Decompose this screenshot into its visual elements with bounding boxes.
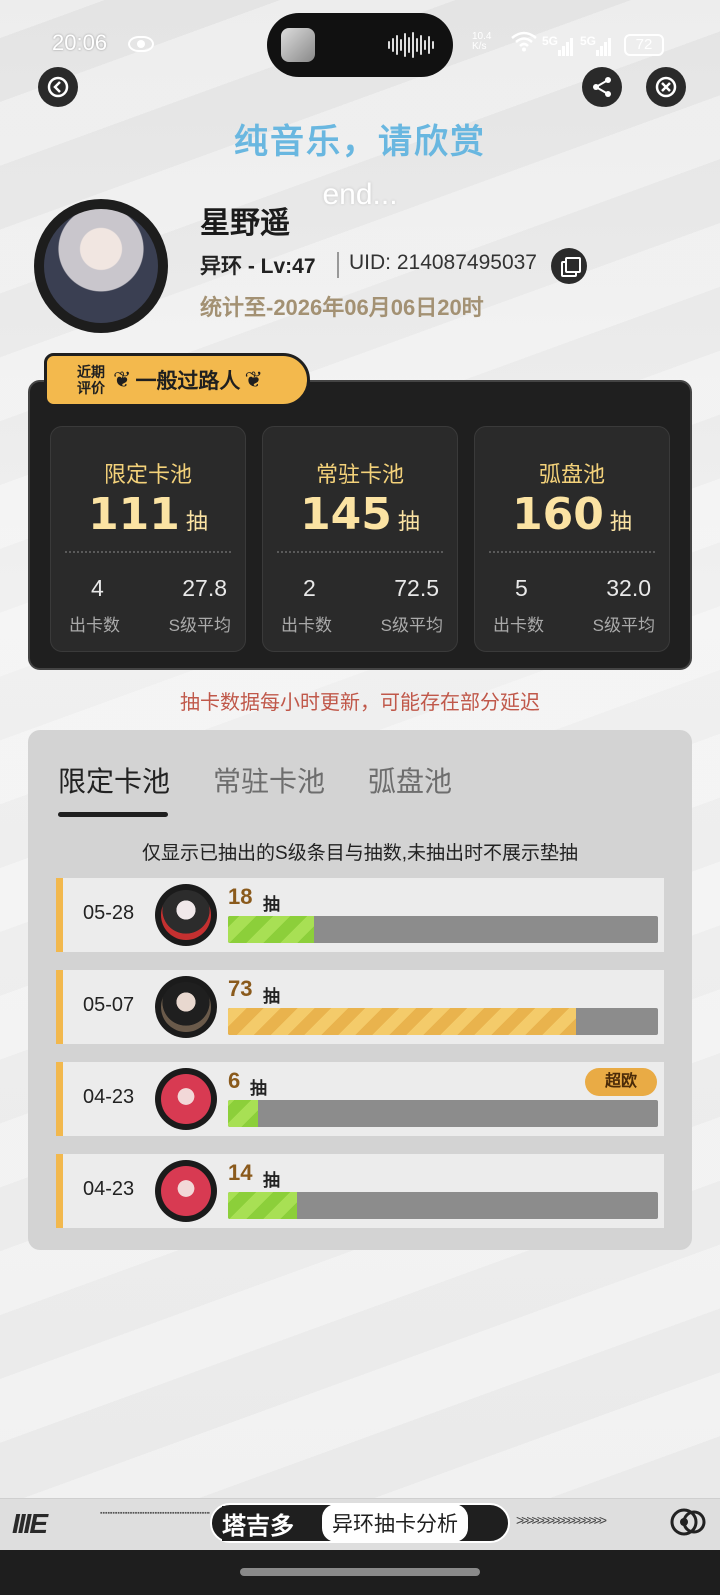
- brand-name: 塔吉多: [222, 1505, 294, 1541]
- tab-standard[interactable]: 常驻卡池: [213, 760, 325, 800]
- home-indicator[interactable]: [240, 1568, 480, 1576]
- pull-unit: 抽: [263, 895, 280, 914]
- character-avatar: [161, 982, 211, 1032]
- disc-icon: [670, 1508, 706, 1536]
- pool-cards-value: 5: [515, 575, 528, 601]
- close-icon: [655, 76, 677, 98]
- list-item[interactable]: 05-28 18 抽: [56, 878, 664, 952]
- signal-bars-icon: [558, 38, 574, 61]
- character-avatar: [161, 1166, 211, 1216]
- lucky-badge: 超欧: [585, 1068, 657, 1096]
- footer-arrows: >>>>>>>>>>>>>>>>>: [516, 1512, 607, 1528]
- update-notice: 抽卡数据每小时更新，可能存在部分延迟: [180, 692, 540, 714]
- close-button[interactable]: [646, 67, 686, 107]
- pull-count: 6: [228, 1068, 241, 1093]
- lyric-main: 纯音乐，请欣赏: [234, 123, 486, 161]
- network-speed: 10.4 K/s: [472, 31, 492, 52]
- pool-cards-label: 出卡数: [281, 616, 332, 635]
- footer-brand-pill: 塔吉多 异环抽卡分析: [210, 1503, 510, 1543]
- pool-title: 限定卡池: [103, 462, 192, 487]
- divider: [65, 551, 231, 553]
- copy-uid-button[interactable]: [551, 248, 587, 284]
- pool-summary-standard[interactable]: 常驻卡池 145 抽 2 72.5 出卡数 S级平均: [262, 426, 458, 652]
- pull-progress-bar: [228, 1100, 658, 1127]
- pool-pull-count: 160 抽: [512, 489, 632, 540]
- brand-label: 异环抽卡分析: [322, 1504, 468, 1542]
- eye-icon: [128, 36, 154, 52]
- pool-pull-count: 111 抽: [88, 489, 208, 540]
- player-uid: UID: 214087495037: [349, 251, 537, 274]
- music-cover-thumbnail[interactable]: [281, 28, 315, 62]
- pull-count: 73: [228, 976, 253, 1001]
- pool-pull-count: 145 抽: [300, 489, 420, 540]
- list-hint: 仅显示已抽出的S级条目与抽数,未抽出时不展示垫抽: [142, 843, 578, 864]
- pull-progress-bar: [228, 1192, 658, 1219]
- tab-limited[interactable]: 限定卡池: [58, 760, 170, 800]
- record-date: 04-23: [83, 1086, 135, 1108]
- pool-summary-arc[interactable]: 弧盘池 160 抽 5 32.0 出卡数 S级平均: [474, 426, 670, 652]
- laurel-icon: ❦: [113, 367, 132, 392]
- pool-summary-limited[interactable]: 限定卡池 111 抽 4 27.8 出卡数 S级平均: [50, 426, 246, 652]
- pool-avg-value: 72.5: [394, 575, 439, 601]
- evaluation-text: 一般过路人: [135, 370, 241, 393]
- record-date: 05-28: [83, 902, 135, 924]
- pool-cards-label: 出卡数: [493, 616, 544, 635]
- laurel-icon: ❦: [244, 367, 263, 392]
- signal-bars-icon: [596, 38, 612, 61]
- pool-title: 常驻卡池: [315, 462, 404, 487]
- pull-unit: 抽: [263, 1171, 280, 1190]
- divider: [277, 551, 443, 553]
- player-name: 星野遥: [200, 207, 290, 240]
- evaluation-tag: 近期 评价: [77, 364, 105, 396]
- pool-cards-value: 4: [91, 575, 104, 601]
- signal-5g-2: 5G: [580, 34, 597, 48]
- signal-5g-1: 5G: [542, 34, 559, 48]
- character-avatar: [161, 890, 211, 940]
- tab-arc[interactable]: 弧盘池: [368, 760, 452, 800]
- pool-cards-value: 2: [303, 575, 316, 601]
- pull-progress-fill: [228, 1008, 577, 1035]
- audio-wave-icon: [388, 32, 436, 58]
- pull-count: 18: [228, 884, 253, 909]
- back-icon: [47, 76, 69, 98]
- pool-avg-label: S级平均: [380, 616, 443, 635]
- pull-progress-fill: [228, 916, 314, 943]
- pool-title: 弧盘池: [538, 462, 605, 487]
- divider: [489, 551, 655, 553]
- pull-progress-bar: [228, 916, 658, 943]
- character-avatar: [161, 1074, 211, 1124]
- game-level: 异环 - Lv:47: [200, 255, 316, 278]
- pull-progress-bar: [228, 1008, 658, 1035]
- footer-fine-print: ▪▪▪▪▪▪▪▪▪▪▪▪▪▪▪▪▪▪▪▪▪▪▪▪▪▪▪▪▪▪▪▪▪▪▪▪▪▪▪▪…: [100, 1510, 210, 1517]
- pull-unit: 抽: [250, 1079, 267, 1098]
- share-button[interactable]: [582, 67, 622, 107]
- pull-progress-fill: [228, 1192, 297, 1219]
- list-item[interactable]: 04-23 6 抽 超欧: [56, 1062, 664, 1136]
- pool-avg-label: S级平均: [168, 616, 231, 635]
- pool-avg-value: 32.0: [606, 575, 651, 601]
- pool-cards-label: 出卡数: [69, 616, 120, 635]
- avatar[interactable]: [44, 209, 158, 323]
- wifi-icon: [510, 30, 538, 57]
- pool-avg-label: S级平均: [592, 616, 655, 635]
- game-logo: IIIE: [12, 1508, 48, 1539]
- battery-indicator: 72: [624, 34, 664, 56]
- status-time: 20:06: [52, 30, 108, 55]
- pull-progress-fill: [228, 1100, 259, 1127]
- record-date: 05-07: [83, 994, 135, 1016]
- share-icon: [593, 77, 611, 97]
- uid-divider: [337, 252, 339, 278]
- evaluation-badge: 近期 评价 ❦ 一般过路人 ❦: [44, 353, 310, 407]
- record-date: 04-23: [83, 1178, 135, 1200]
- active-tab-indicator: [58, 812, 168, 817]
- stat-date: 统计至-2026年06月06日20时: [200, 295, 484, 320]
- list-item[interactable]: 04-23 14 抽: [56, 1154, 664, 1228]
- list-item[interactable]: 05-07 73 抽: [56, 970, 664, 1044]
- back-button[interactable]: [38, 67, 78, 107]
- pool-avg-value: 27.8: [182, 575, 227, 601]
- pull-unit: 抽: [263, 987, 280, 1006]
- pull-count: 14: [228, 1160, 253, 1185]
